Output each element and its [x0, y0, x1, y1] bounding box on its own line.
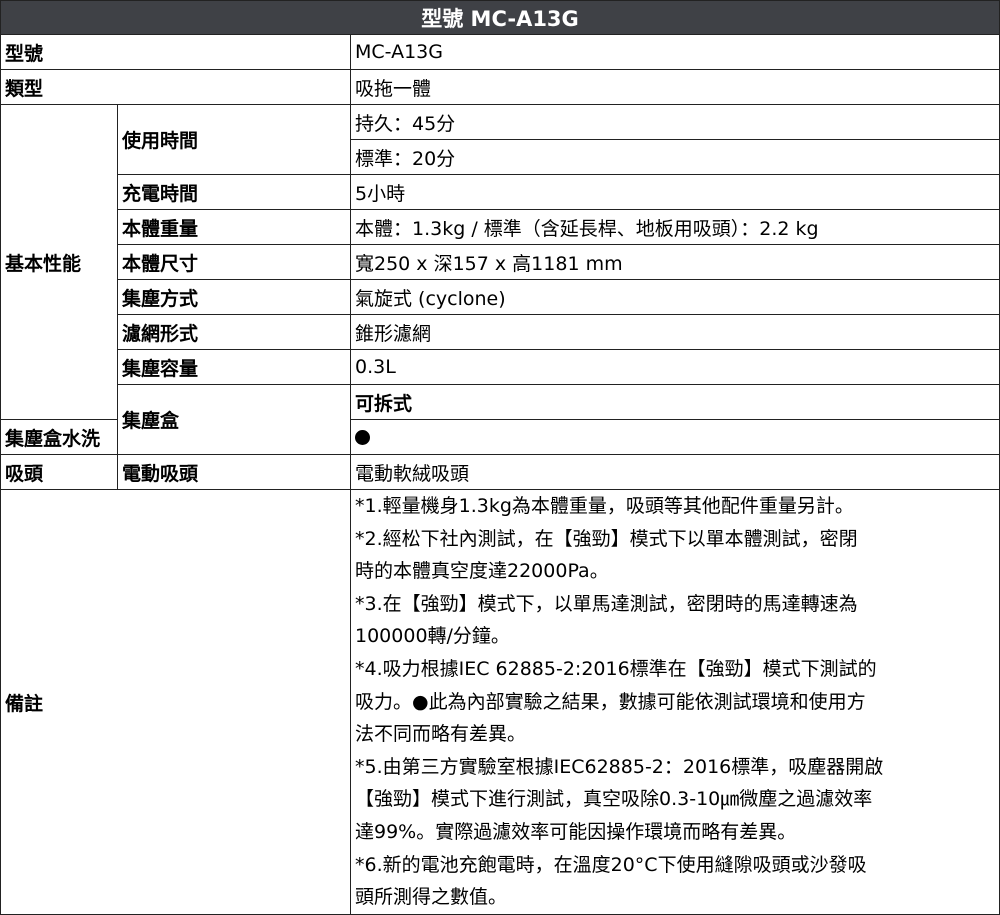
charge-time-value: 5小時	[349, 174, 1000, 210]
usage-time-long-value: 持久：45分	[349, 104, 1000, 140]
usage-time-standard-value: 標準：20分	[349, 139, 1000, 175]
weight-value: 本體：1.3kg / 標準（含延長桿、地板用吸頭）：2.2 kg	[349, 209, 1000, 245]
table-title: 型號 MC-A13G	[0, 0, 1000, 35]
note-line: *2.經松下社內測試，在【強勁】模式下以單本體測試，密閉	[355, 527, 858, 550]
note-line: 頭所測得之數值。	[355, 886, 508, 909]
powered-head-label: 電動吸頭	[117, 454, 351, 490]
table-row-capacity: 集塵容量 0.3L	[1, 349, 1000, 385]
weight-label: 本體重量	[117, 209, 351, 245]
head-label: 吸頭	[0, 454, 118, 490]
powered-head-value: 電動軟絨吸頭	[349, 454, 1000, 490]
dust-method-value: 氣旋式 (cyclone)	[349, 279, 1000, 315]
charge-time-label: 充電時間	[117, 174, 351, 210]
table-row-notes: 備註 *1.輕量機身1.3kg為本體重量，吸頭等其他配件重量另計。 *2.經松下…	[0, 489, 1000, 915]
notes-content: *1.輕量機身1.3kg為本體重量，吸頭等其他配件重量另計。 *2.經松下社內測…	[349, 489, 1000, 915]
note-line: *4.吸力根據IEC 62885-2:2016標準在【強勁】模式下測試的	[355, 657, 877, 680]
notes-label: 備註	[0, 489, 351, 915]
table-row-usage-time-1: 基本性能 使用時間 持久：45分	[0, 104, 1000, 420]
table-row-dust-method: 集塵方式 氣旋式 (cyclone)	[1, 279, 1000, 315]
table-row-head: 吸頭 電動吸頭 電動軟絨吸頭	[0, 454, 1000, 490]
model-label: 型號	[0, 34, 351, 70]
note-line: 法不同而略有差異。	[355, 723, 527, 746]
washable-value	[349, 419, 1000, 455]
model-value: MC-A13G	[349, 34, 1000, 70]
note-line: *1.輕量機身1.3kg為本體重量，吸頭等其他配件重量另計。	[355, 495, 854, 517]
note-line: *6.新的電池充飽電時，在溫度20°C下使用縫隙吸頭或沙發吸	[355, 853, 867, 876]
detachable-label: 可拆式	[349, 384, 1000, 420]
note-line: 達99%。實際過濾效率可能因操作環境而略有差異。	[355, 820, 797, 843]
note-line: 【強勁】模式下進行測試，真空吸除0.3-10㎛微塵之過濾效率	[355, 788, 873, 811]
note-line: 吸力。●此為內部實驗之結果，數據可能依測試環境和使用方	[355, 690, 866, 713]
size-label: 本體尺寸	[117, 244, 351, 280]
washable-label: 集塵盒水洗	[0, 419, 118, 455]
filter-value: 錐形濾網	[349, 314, 1000, 350]
note-line: *5.由第三方實驗室根據IEC62885-2：2016標準，吸塵器開啟	[355, 755, 884, 778]
table-row-filter: 濾網形式 錐形濾網	[1, 314, 1000, 350]
spec-table: 型號 MC-A13G 型號 MC-A13G 類型 吸拖一體 基本性能 使用時間 …	[0, 0, 1000, 915]
basic-performance-label: 基本性能	[0, 104, 118, 420]
capacity-label: 集塵容量	[117, 349, 351, 385]
capacity-value: 0.3L	[349, 349, 1000, 385]
table-row-charge-time: 充電時間 5小時	[1, 174, 1000, 210]
dust-method-label: 集塵方式	[117, 279, 351, 315]
table-row-type: 類型 吸拖一體	[0, 69, 1000, 105]
note-line: 100000轉/分鐘。	[355, 625, 510, 648]
type-label: 類型	[0, 69, 351, 105]
dust-box-label: 集塵盒	[117, 384, 351, 455]
table-row-detachable: 集塵盒 可拆式	[1, 384, 1000, 455]
table-row-weight: 本體重量 本體：1.3kg / 標準（含延長桿、地板用吸頭）：2.2 kg	[1, 209, 1000, 245]
bullet-dot-icon	[355, 430, 370, 445]
note-line: 時的本體真空度達22000Pa。	[355, 560, 609, 583]
table-row-size: 本體尺寸 寬250 x 深157 x 高1181 mm	[1, 244, 1000, 280]
usage-time-label: 使用時間	[117, 104, 351, 175]
table-row-model: 型號 MC-A13G	[0, 34, 1000, 70]
type-value: 吸拖一體	[349, 69, 1000, 105]
filter-label: 濾網形式	[117, 314, 351, 350]
size-value: 寬250 x 深157 x 高1181 mm	[349, 244, 1000, 280]
note-line: *3.在【強勁】模式下，以單馬達測試，密閉時的馬達轉速為	[355, 592, 858, 615]
